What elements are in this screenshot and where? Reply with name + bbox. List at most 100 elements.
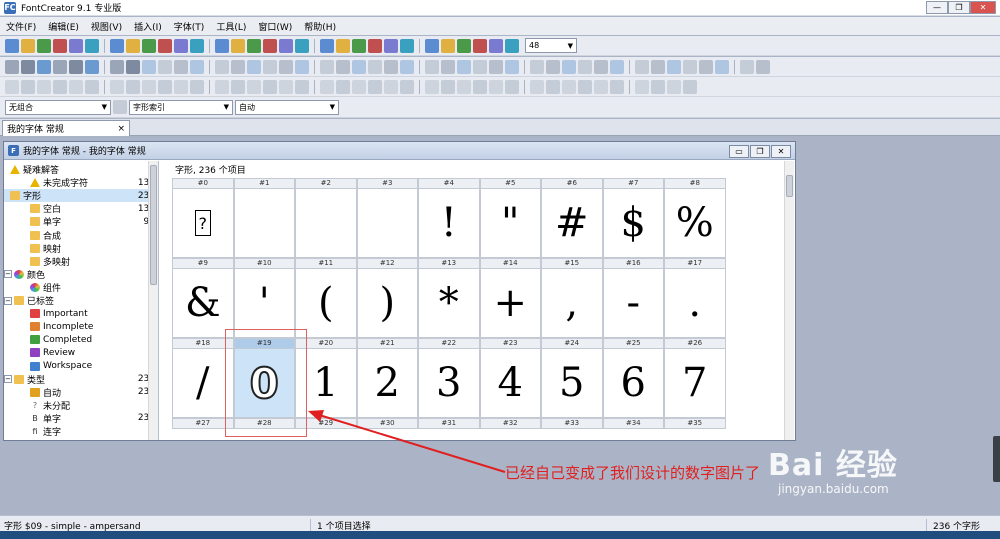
toolbar-button-icon[interactable] — [279, 38, 293, 53]
glyph-cell[interactable]: * — [418, 269, 480, 338]
toolbar-button-icon[interactable] — [715, 59, 729, 74]
tree-item[interactable]: Review0 — [4, 346, 158, 359]
toolbar-button-icon[interactable] — [215, 79, 229, 94]
toolbar-button-icon[interactable] — [190, 38, 204, 53]
toolbar-button-icon[interactable] — [756, 59, 770, 74]
toolbar-button-icon[interactable] — [247, 79, 261, 94]
glyph-cell[interactable]: . — [664, 269, 726, 338]
toolbar-button-icon[interactable] — [279, 79, 293, 94]
toolbar-button-icon[interactable] — [263, 79, 277, 94]
toolbar-button-icon[interactable] — [126, 59, 140, 74]
glyph-cell[interactable] — [356, 189, 418, 258]
glyph-cell[interactable] — [295, 189, 357, 258]
glyph-cell[interactable]: ' — [233, 269, 295, 338]
toolbar-button-icon[interactable] — [457, 38, 471, 53]
group-combo[interactable]: 无组合 ▼ — [5, 99, 111, 115]
toolbar-button-icon[interactable] — [425, 38, 439, 53]
glyph-cell[interactable]: , — [541, 269, 603, 338]
glyph-cell[interactable]: 6 — [602, 349, 664, 418]
tree-item[interactable]: 疑难解答0 — [4, 163, 158, 176]
toolbar-button-icon[interactable] — [352, 59, 366, 74]
glyph-cell[interactable]: ? — [172, 189, 234, 258]
menu-item-7[interactable]: 帮助(H) — [298, 20, 342, 33]
tree-item[interactable]: 组件0 — [4, 281, 158, 294]
toolbar-button-icon[interactable] — [610, 79, 624, 94]
toolbar-button-icon[interactable] — [578, 79, 592, 94]
index-combo[interactable]: 字形索引 ▼ — [129, 99, 233, 115]
toolbar-button-icon[interactable] — [489, 79, 503, 94]
menu-item-5[interactable]: 工具(L) — [210, 20, 252, 33]
menu-item-1[interactable]: 编辑(E) — [42, 20, 85, 33]
toolbar-button-icon[interactable] — [594, 59, 608, 74]
toolbar-button-icon[interactable] — [400, 38, 414, 53]
tree-toggle-icon[interactable]: − — [4, 375, 12, 384]
toolbar-button-icon[interactable] — [368, 59, 382, 74]
toolbar-button-icon[interactable] — [473, 59, 487, 74]
toolbar-button-icon[interactable] — [473, 79, 487, 94]
toolbar-button-icon[interactable] — [5, 38, 19, 53]
toolbar-button-icon[interactable] — [231, 79, 245, 94]
toolbar-button-icon[interactable] — [562, 79, 576, 94]
toolbar-button-icon[interactable] — [667, 79, 681, 94]
toolbar-button-icon[interactable] — [263, 38, 277, 53]
toolbar-button-icon[interactable] — [683, 59, 697, 74]
toolbar-button-icon[interactable] — [110, 38, 124, 53]
grid-scrollbar[interactable] — [784, 161, 794, 440]
glyph-cell[interactable]: % — [664, 189, 726, 258]
toolbar-button-icon[interactable] — [320, 38, 334, 53]
minimize-button[interactable]: — — [926, 1, 948, 14]
child-close-button[interactable]: ✕ — [771, 145, 791, 158]
tree-item[interactable]: − 类型 236 — [4, 373, 158, 386]
tree-item[interactable]: fi连字0 — [4, 425, 158, 439]
tab-my-font[interactable]: 我的字体 常规 × — [2, 120, 130, 136]
toolbar-button-icon[interactable] — [126, 38, 140, 53]
zoom-combo[interactable]: 48 ▼ — [525, 38, 577, 53]
toolbar-button-icon[interactable] — [320, 79, 334, 94]
toolbar-button-icon[interactable] — [352, 38, 366, 53]
glyph-cell[interactable]: 5 — [541, 349, 603, 418]
tree-item[interactable]: ?未分配0 — [4, 399, 158, 412]
tree-toggle-icon[interactable]: − — [4, 296, 12, 305]
toolbar-button-icon[interactable] — [425, 59, 439, 74]
glyph-cell[interactable]: 7 — [664, 349, 726, 418]
toolbar-button-icon[interactable] — [5, 79, 19, 94]
toolbar-button-icon[interactable] — [37, 79, 51, 94]
toolbar-button-icon[interactable] — [505, 79, 519, 94]
toolbar-button-icon[interactable] — [158, 59, 172, 74]
toolbar-button-icon[interactable] — [190, 59, 204, 74]
toolbar-button-icon[interactable] — [174, 38, 188, 53]
toolbar-button-icon[interactable] — [400, 59, 414, 74]
toolbar-button-icon[interactable] — [174, 59, 188, 74]
toolbar-button-icon[interactable] — [110, 79, 124, 94]
toolbar-button-icon[interactable] — [142, 79, 156, 94]
toolbar-button-icon[interactable] — [546, 79, 560, 94]
close-icon[interactable]: × — [117, 124, 125, 134]
toolbar-button-icon[interactable] — [53, 59, 67, 74]
toolbar-button-icon[interactable] — [295, 59, 309, 74]
glyph-cell[interactable] — [233, 189, 295, 258]
toolbar-button-icon[interactable] — [69, 38, 83, 53]
toolbar-button-icon[interactable] — [142, 38, 156, 53]
toolbar-button-icon[interactable] — [441, 79, 455, 94]
toolbar-button-icon[interactable] — [263, 59, 277, 74]
toolbar-button-icon[interactable] — [295, 79, 309, 94]
toolbar-button-icon[interactable] — [336, 79, 350, 94]
toolbar-button-icon[interactable] — [158, 38, 172, 53]
tree-scrollbar[interactable] — [148, 161, 158, 440]
toolbar-button-icon[interactable] — [110, 59, 124, 74]
tree-item[interactable]: 自动 236 — [4, 386, 158, 399]
grid-scroll-thumb[interactable] — [786, 175, 793, 197]
glyph-cell[interactable]: + — [479, 269, 541, 338]
tree-item[interactable]: 映射1 — [4, 242, 158, 255]
tree-item[interactable]: Incomplete0 — [4, 320, 158, 333]
toolbar-button-icon[interactable] — [441, 59, 455, 74]
toolbar-button-icon[interactable] — [53, 79, 67, 94]
toolbar-button-icon[interactable] — [457, 59, 471, 74]
mode-combo[interactable]: 自动 ▼ — [235, 99, 339, 115]
toolbar-button-icon[interactable] — [158, 79, 172, 94]
toolbar-button-icon[interactable] — [530, 79, 544, 94]
toolbar-button-icon[interactable] — [489, 38, 503, 53]
toolbar-button-icon[interactable] — [368, 38, 382, 53]
toolbar-button-icon[interactable] — [530, 59, 544, 74]
menu-item-6[interactable]: 窗口(W) — [252, 20, 298, 33]
